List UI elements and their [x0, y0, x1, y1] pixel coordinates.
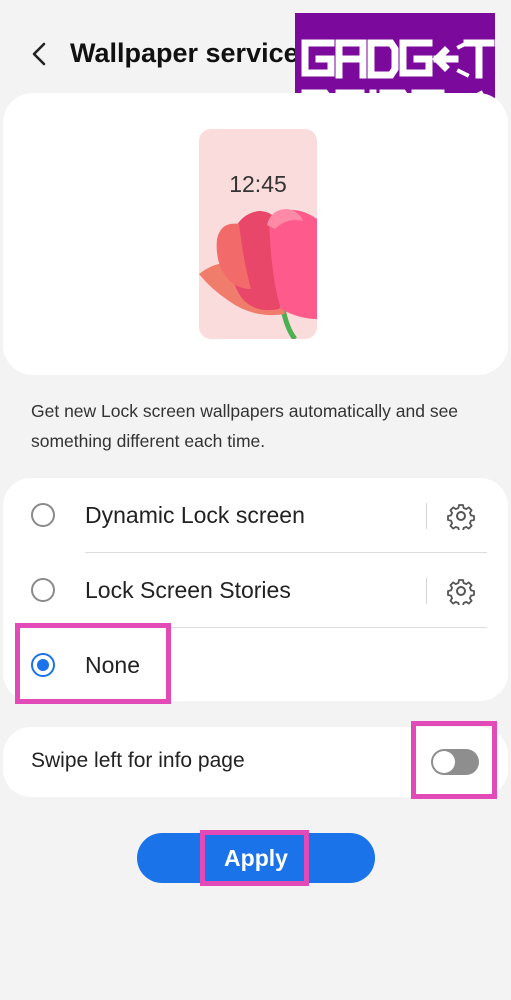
radio-button[interactable] — [31, 503, 55, 527]
apply-button[interactable]: Apply — [137, 833, 375, 883]
page-title: Wallpaper service — [70, 38, 299, 68]
preview-clock: 12:45 — [229, 171, 287, 197]
option-label: Dynamic Lock screen — [85, 502, 305, 528]
option-dynamic-lock-screen[interactable]: Dynamic Lock screen — [3, 478, 508, 552]
radio-button[interactable] — [31, 578, 55, 602]
chevron-left-icon — [32, 42, 46, 66]
swipe-info-page-toggle[interactable] — [431, 749, 479, 775]
tulip-image — [199, 209, 317, 339]
back-button[interactable] — [28, 38, 52, 70]
gear-icon[interactable] — [447, 577, 475, 605]
swipe-info-page-row[interactable]: Swipe left for info page — [3, 727, 508, 797]
radio-button-selected[interactable] — [31, 653, 55, 677]
divider — [426, 503, 427, 529]
lock-screen-preview: 12:45 — [199, 129, 317, 339]
description-text: Get new Lock screen wallpapers automatic… — [31, 401, 459, 451]
option-lock-screen-stories[interactable]: Lock Screen Stories — [3, 553, 508, 627]
option-label: None — [85, 652, 140, 678]
gear-icon[interactable] — [447, 502, 475, 530]
option-none[interactable]: None — [3, 628, 508, 702]
option-label: Lock Screen Stories — [85, 577, 291, 603]
wallpaper-options-card: Dynamic Lock screen Lock Screen Stories … — [3, 478, 508, 701]
wallpaper-preview-card: 12:45 — [3, 93, 508, 375]
toggle-knob — [433, 751, 455, 773]
divider — [426, 578, 427, 604]
swipe-info-page-label: Swipe left for info page — [31, 749, 245, 772]
apply-button-label: Apply — [224, 845, 288, 871]
